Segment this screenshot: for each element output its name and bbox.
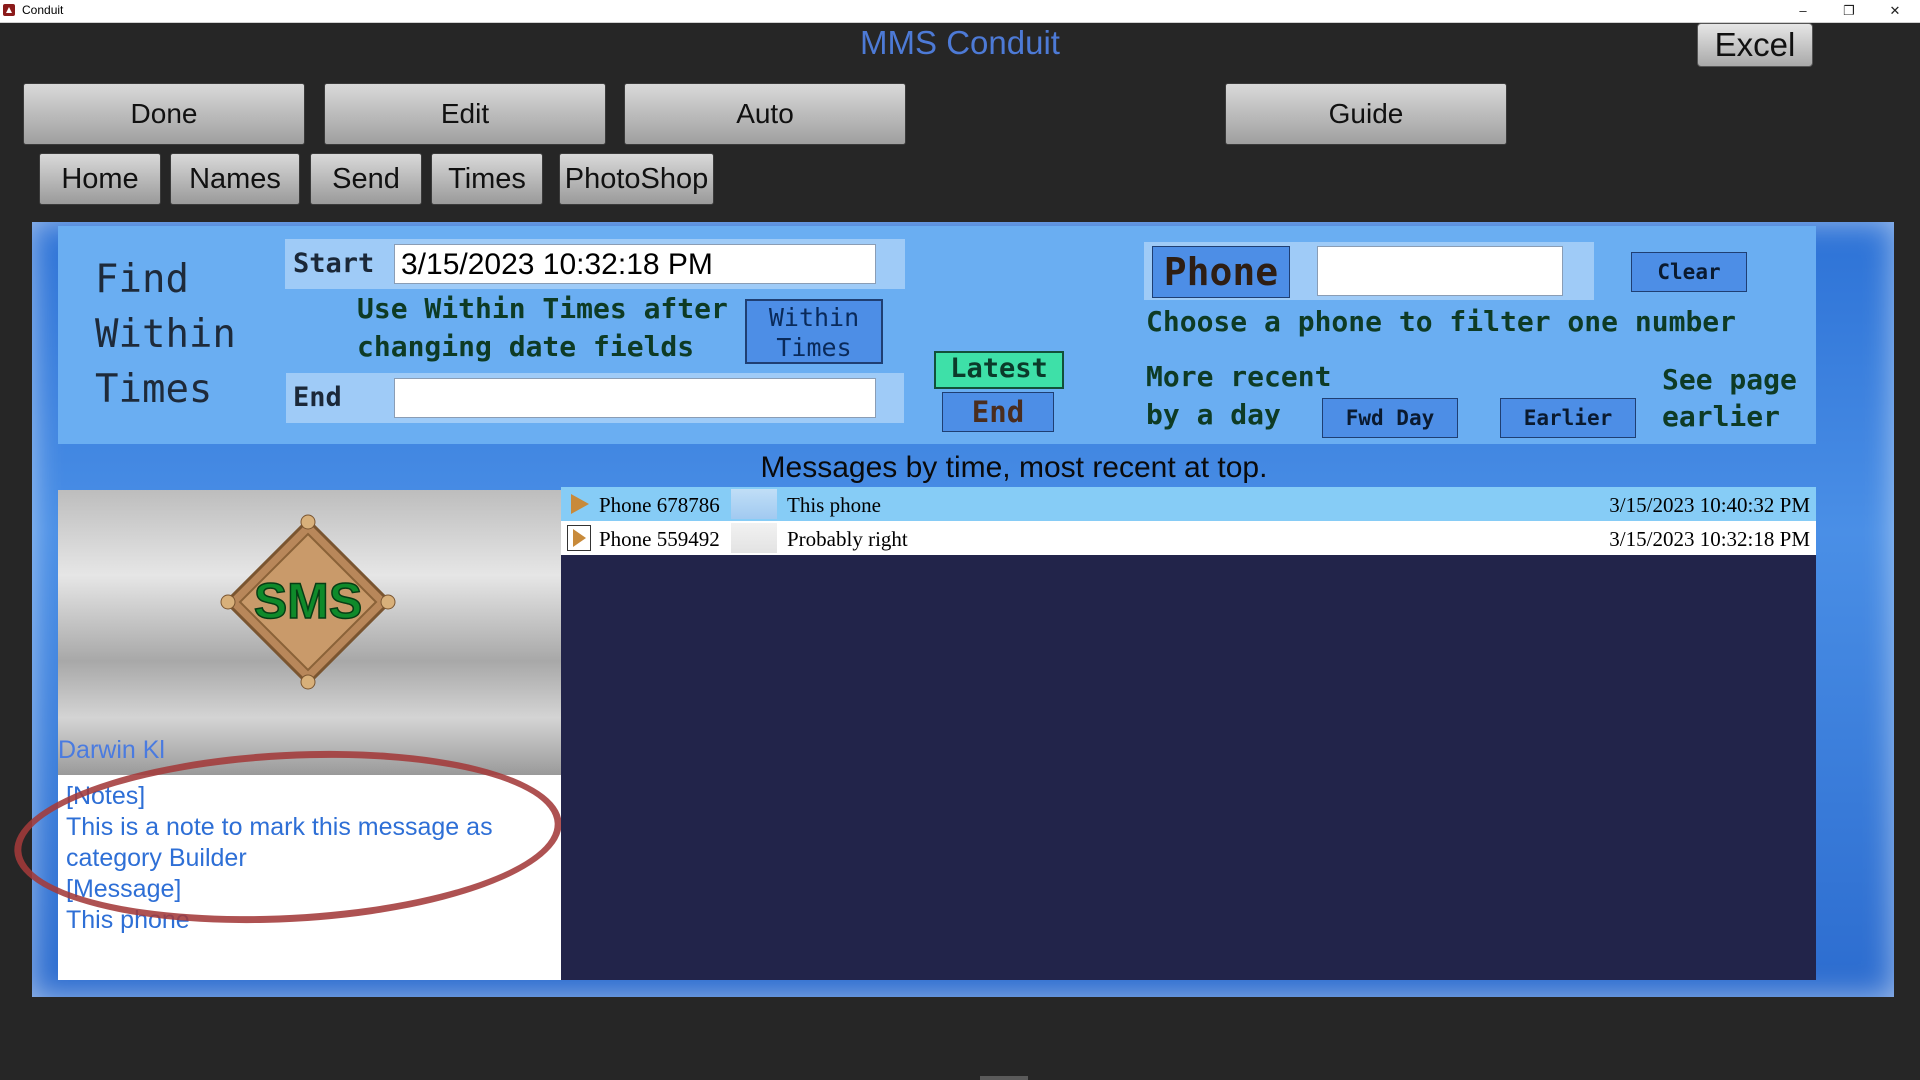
table-row[interactable]: Phone 559492 Probably right 3/15/2023 10… — [561, 521, 1816, 555]
done-button[interactable]: Done — [23, 83, 305, 145]
restore-icon[interactable]: ❐ — [1826, 0, 1872, 22]
guide-button[interactable]: Guide — [1225, 83, 1507, 145]
app-title: MMS Conduit — [860, 24, 1060, 61]
sms-logo: SMS — [220, 514, 396, 690]
latest-button[interactable]: Latest — [934, 351, 1064, 389]
end-label: End — [293, 382, 342, 413]
clear-button[interactable]: Clear — [1631, 252, 1747, 292]
end-date-input[interactable] — [394, 378, 876, 418]
within-times-button[interactable]: Within Times — [745, 299, 883, 364]
excel-button[interactable]: Excel — [1697, 23, 1813, 67]
fwd-day-button[interactable]: Fwd Day — [1322, 398, 1458, 438]
within-line: Within — [768, 303, 860, 332]
end-button[interactable]: End — [942, 392, 1054, 432]
row-text: Probably right — [787, 527, 908, 551]
window-title: Conduit — [22, 3, 64, 17]
app-icon — [3, 4, 15, 16]
find-title-line: Times — [95, 367, 213, 412]
seepage-line: earlier — [1662, 400, 1781, 433]
close-icon[interactable]: ✕ — [1872, 0, 1918, 22]
play-icon[interactable] — [571, 494, 589, 514]
start-date-input[interactable]: 3/15/2023 10:32:18 PM — [394, 244, 876, 284]
redacted-block — [731, 489, 777, 519]
edit-button[interactable]: Edit — [324, 83, 606, 145]
nav-names[interactable]: Names — [170, 153, 300, 205]
row-phone: Phone 678786 — [599, 493, 720, 517]
resize-handle[interactable] — [980, 1076, 1028, 1080]
phone-button[interactable]: Phone — [1152, 246, 1290, 298]
find-title-line: Within — [95, 312, 236, 357]
row-time: 3/15/2023 10:32:18 PM — [1609, 527, 1810, 551]
hint-line: changing date fields — [357, 330, 695, 363]
messages-heading: Messages by time, most recent at top. — [760, 451, 1268, 484]
row-phone: Phone 559492 — [599, 527, 720, 551]
row-text: This phone — [787, 493, 881, 517]
nav-send[interactable]: Send — [310, 153, 422, 205]
phone-hint: Choose a phone to filter one number — [1146, 305, 1737, 338]
nav-photoshop[interactable]: PhotoShop — [559, 153, 714, 205]
find-title-line: Find — [95, 257, 189, 302]
minimize-icon[interactable]: – — [1780, 0, 1826, 22]
contact-name: Darwin Kl — [58, 736, 165, 764]
recent-line: by a day — [1146, 398, 1281, 431]
auto-button[interactable]: Auto — [624, 83, 906, 145]
row-time: 3/15/2023 10:40:32 PM — [1609, 493, 1810, 517]
phone-input[interactable] — [1317, 246, 1563, 296]
more-recent-label: More recent by a day — [1146, 358, 1331, 434]
play-icon[interactable] — [567, 525, 591, 551]
within-line: Times — [776, 333, 852, 362]
recent-line: More recent — [1146, 360, 1332, 393]
earlier-button[interactable]: Earlier — [1500, 398, 1636, 438]
table-row[interactable]: Phone 678786 This phone 3/15/2023 10:40:… — [561, 487, 1816, 521]
nav-home[interactable]: Home — [39, 153, 161, 205]
within-hint: Use Within Times after changing date fie… — [357, 290, 728, 366]
seepage-line: See page — [1662, 363, 1797, 396]
find-within-times-title: Find Within Times — [95, 252, 295, 417]
see-page-earlier-label: See page earlier — [1662, 361, 1797, 435]
hint-line: Use Within Times after — [357, 292, 728, 325]
message-list[interactable] — [561, 487, 1816, 980]
redacted-block — [731, 523, 777, 553]
nav-times[interactable]: Times — [431, 153, 543, 205]
window-titlebar: Conduit – ❐ ✕ — [0, 0, 1920, 23]
logo-text: SMS — [254, 573, 362, 629]
start-label: Start — [293, 248, 375, 279]
